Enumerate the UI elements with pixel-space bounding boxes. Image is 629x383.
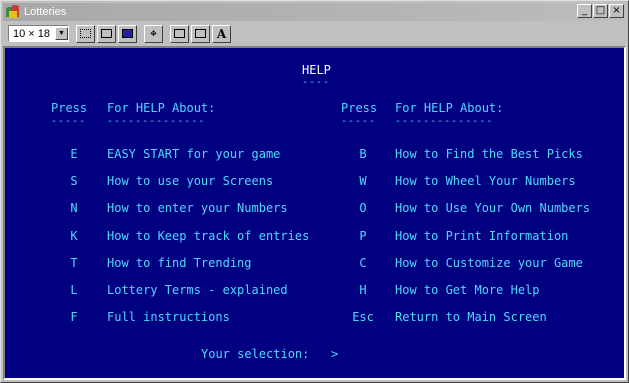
help-key-right-4[interactable]: C <box>359 257 366 269</box>
help-topic-right-4[interactable]: How to Customize your Game <box>395 257 583 269</box>
toolbar: 10 × 18 ▼ ✥ A <box>3 22 626 45</box>
chevron-down-icon[interactable]: ▼ <box>55 27 68 40</box>
help-topic-right-3[interactable]: How to Print Information <box>395 230 568 242</box>
selection-prompt: Your selection: <box>201 347 310 361</box>
selection-cursor[interactable]: > <box>331 348 338 360</box>
close-button[interactable]: × <box>609 4 624 18</box>
help-topic-right-1[interactable]: How to Wheel Your Numbers <box>395 175 576 187</box>
font-size-value: 10 × 18 <box>13 27 51 40</box>
help-topic-left-1[interactable]: How to use your Screens <box>107 175 273 187</box>
press-underline-left: ----- <box>51 116 87 127</box>
help-key-right-5[interactable]: H <box>359 284 366 296</box>
maximize-button[interactable]: □ <box>593 4 608 18</box>
background-icon[interactable] <box>191 24 210 43</box>
help-key-right-1[interactable]: W <box>359 175 366 187</box>
help-key-left-1[interactable]: S <box>70 175 77 187</box>
help-key-right-6[interactable]: Esc <box>352 311 374 323</box>
help-key-left-4[interactable]: T <box>70 257 77 269</box>
font-size-select[interactable]: 10 × 18 ▼ <box>8 25 69 42</box>
about-header-left: For HELP About: <box>107 101 216 115</box>
fullscreen-icon[interactable]: ✥ <box>144 24 163 43</box>
help-topic-left-6[interactable]: Full instructions <box>107 311 230 323</box>
help-title: HELP <box>302 63 331 77</box>
mark-icon[interactable] <box>76 24 95 43</box>
window-title: Lotteries <box>24 6 67 18</box>
font-icon[interactable]: A <box>212 24 231 43</box>
help-title-underline: ---- <box>302 77 331 88</box>
about-underline-right: -------------- <box>395 116 494 127</box>
help-key-right-2[interactable]: O <box>359 202 366 214</box>
help-topic-left-0[interactable]: EASY START for your game <box>107 148 280 160</box>
press-header-right: Press <box>341 101 378 115</box>
minimize-button[interactable]: _ <box>577 4 592 18</box>
title-bar[interactable]: Lotteries _ □ × <box>3 3 626 21</box>
copy-icon[interactable] <box>97 24 116 43</box>
help-topic-left-4[interactable]: How to find Trending <box>107 257 252 269</box>
help-topic-left-2[interactable]: How to enter your Numbers <box>107 202 288 214</box>
properties-icon[interactable] <box>170 24 189 43</box>
paste-icon[interactable] <box>118 24 137 43</box>
help-topic-right-6[interactable]: Return to Main Screen <box>395 311 547 323</box>
help-topic-right-2[interactable]: How to Use Your Own Numbers <box>395 202 590 214</box>
about-underline-left: -------------- <box>107 116 206 127</box>
help-topic-right-5[interactable]: How to Get More Help <box>395 284 540 296</box>
help-key-left-6[interactable]: F <box>70 311 77 323</box>
press-underline-right: ----- <box>341 116 377 127</box>
about-header-right: For HELP About: <box>395 101 504 115</box>
help-key-left-0[interactable]: E <box>70 148 77 160</box>
help-key-left-3[interactable]: K <box>70 230 77 242</box>
help-key-left-5[interactable]: L <box>70 284 77 296</box>
help-key-right-0[interactable]: B <box>359 148 366 160</box>
app-icon[interactable] <box>6 5 20 19</box>
help-topic-left-5[interactable]: Lottery Terms - explained <box>107 284 288 296</box>
help-key-left-2[interactable]: N <box>70 202 77 214</box>
help-topic-right-0[interactable]: How to Find the Best Picks <box>395 148 583 160</box>
press-header-left: Press <box>51 101 88 115</box>
help-topic-left-3[interactable]: How to Keep track of entries <box>107 230 309 242</box>
console-screen[interactable]: HELP ---- Press For HELP About: Press Fo… <box>3 46 626 380</box>
help-key-right-3[interactable]: P <box>359 230 366 242</box>
lotteries-window: Lotteries _ □ × 10 × 18 ▼ ✥ A HELP ---- … <box>0 0 629 383</box>
